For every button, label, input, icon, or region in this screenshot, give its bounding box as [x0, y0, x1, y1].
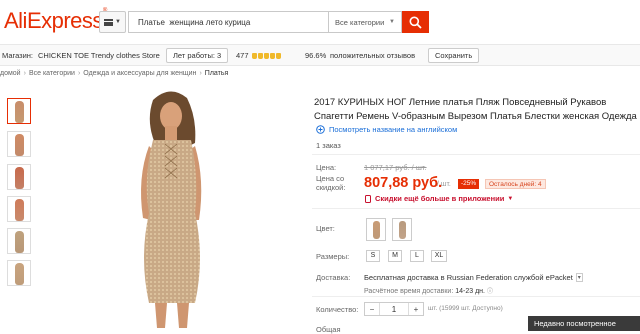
positive-label: положительных отзывов [330, 51, 416, 60]
aliexpress-logo[interactable]: AliExpress® [4, 8, 107, 34]
sale-label-line1: Цена со [316, 174, 345, 183]
size-option-l[interactable]: L [410, 250, 424, 262]
medal-icon [258, 53, 263, 59]
info-icon: ⓘ [486, 289, 493, 295]
search-button[interactable] [402, 11, 429, 33]
caret-down-icon: ▼ [115, 19, 121, 25]
divider [312, 296, 640, 297]
positive-percent: 96.6% [305, 51, 327, 60]
plus-button[interactable]: + [409, 305, 423, 314]
caret-down-icon: ▼ [507, 195, 514, 202]
store-rating-count: 477 [236, 51, 249, 60]
orders-count: 1 заказ [316, 141, 341, 150]
size-option-m[interactable]: M [388, 250, 402, 262]
color-option-1[interactable] [366, 218, 386, 241]
sizes-label: Размеры: [316, 252, 350, 261]
store-years-badge: Лет работы: 3 [166, 48, 229, 63]
chevron-down-icon: ▼ [389, 19, 395, 25]
phone-icon [365, 194, 371, 203]
total-label: Общая [316, 325, 341, 334]
model-dress-image [141, 91, 202, 328]
shipping-label: Доставка: [316, 273, 351, 282]
category-select[interactable]: Все категории ▼ [328, 11, 402, 33]
search-input[interactable] [128, 11, 328, 33]
translate-icon [316, 125, 325, 134]
breadcrumb-separator-icon: › [77, 70, 81, 77]
category-select-value: Все категории [335, 17, 385, 27]
main-product-image[interactable] [45, 88, 300, 331]
minus-button[interactable]: − [365, 305, 379, 314]
thumbnail-1[interactable] [7, 98, 31, 124]
thumbnail-6[interactable] [7, 260, 31, 286]
medal-icon [252, 53, 257, 59]
search-icon [409, 16, 422, 29]
quantity-value[interactable]: 1 [379, 303, 409, 315]
recently-viewed-bar[interactable]: Недавно посмотренное [528, 316, 640, 331]
breadcrumb-separator-icon: › [199, 70, 202, 77]
store-label: Магазин: [2, 51, 34, 60]
categories-menu-button[interactable]: ▼ [99, 11, 126, 33]
divider [312, 154, 640, 155]
app-discount-link[interactable]: Скидки ещё больше в приложении ▼ [364, 194, 513, 203]
shipping-option[interactable]: Бесплатная доставка в Russian Federation… [364, 273, 583, 282]
medal-icon [270, 53, 275, 59]
translate-title-link[interactable]: Посмотреть название на английском [316, 125, 457, 134]
size-option-xl[interactable]: XL [431, 250, 447, 262]
size-option-s[interactable]: S [366, 250, 380, 262]
quantity-available: шт. (15999 шт. Доступно) [428, 305, 503, 312]
medal-icon [276, 53, 281, 59]
price-label: Цена: [316, 163, 337, 172]
chevron-down-icon: ▾ [575, 273, 583, 282]
hamburger-icon [104, 18, 114, 26]
color-option-2[interactable] [392, 218, 412, 241]
save-store-button[interactable]: Сохранить [428, 48, 480, 63]
store-name-link[interactable]: CHICKEN TOE Trendy clothes Store [38, 51, 160, 60]
breadcrumb-all-categories[interactable]: Все категории [29, 70, 75, 77]
breadcrumb-home[interactable]: домой [0, 70, 21, 77]
medal-icons [252, 51, 282, 60]
breadcrumb-separator-icon: › [23, 70, 26, 77]
store-bar: Магазин: CHICKEN TOE Trendy clothes Stor… [0, 44, 640, 66]
delivery-time: Расчётное время доставки: 14-23 дн. ⓘ [364, 288, 493, 295]
breadcrumb-dresses: Платья [204, 70, 229, 77]
medal-icon [264, 53, 269, 59]
discount-badge: -25% [458, 179, 480, 189]
quantity-stepper[interactable]: − 1 + [364, 302, 424, 316]
thumbnail-2[interactable] [7, 131, 31, 157]
divider [312, 208, 640, 209]
price-unit: / шт. [437, 181, 451, 188]
thumbnail-5[interactable] [7, 228, 31, 254]
product-title: 2017 КУРИНЫХ НОГ Летние платья Пляж Повс… [314, 97, 637, 122]
quantity-label: Количество: [316, 305, 359, 314]
old-price: 1 077,17 руб. / шт. [364, 163, 427, 172]
breadcrumb: домой › Все категории › Одежда и аксессуары … [0, 70, 228, 77]
color-label: Цвет: [316, 224, 335, 233]
header: AliExpress® ▼ Все категории ▼ [0, 0, 640, 44]
thumbnail-4[interactable] [7, 196, 31, 222]
breadcrumb-women-clothing[interactable]: Одежда и аксессуары для женщин [83, 70, 196, 77]
sale-price: 807,88 руб. [364, 175, 443, 191]
thumbnail-3[interactable] [7, 164, 31, 190]
sale-label-line2: скидкой: [316, 183, 346, 192]
days-left-badge: Осталось дней: 4 [485, 179, 546, 189]
